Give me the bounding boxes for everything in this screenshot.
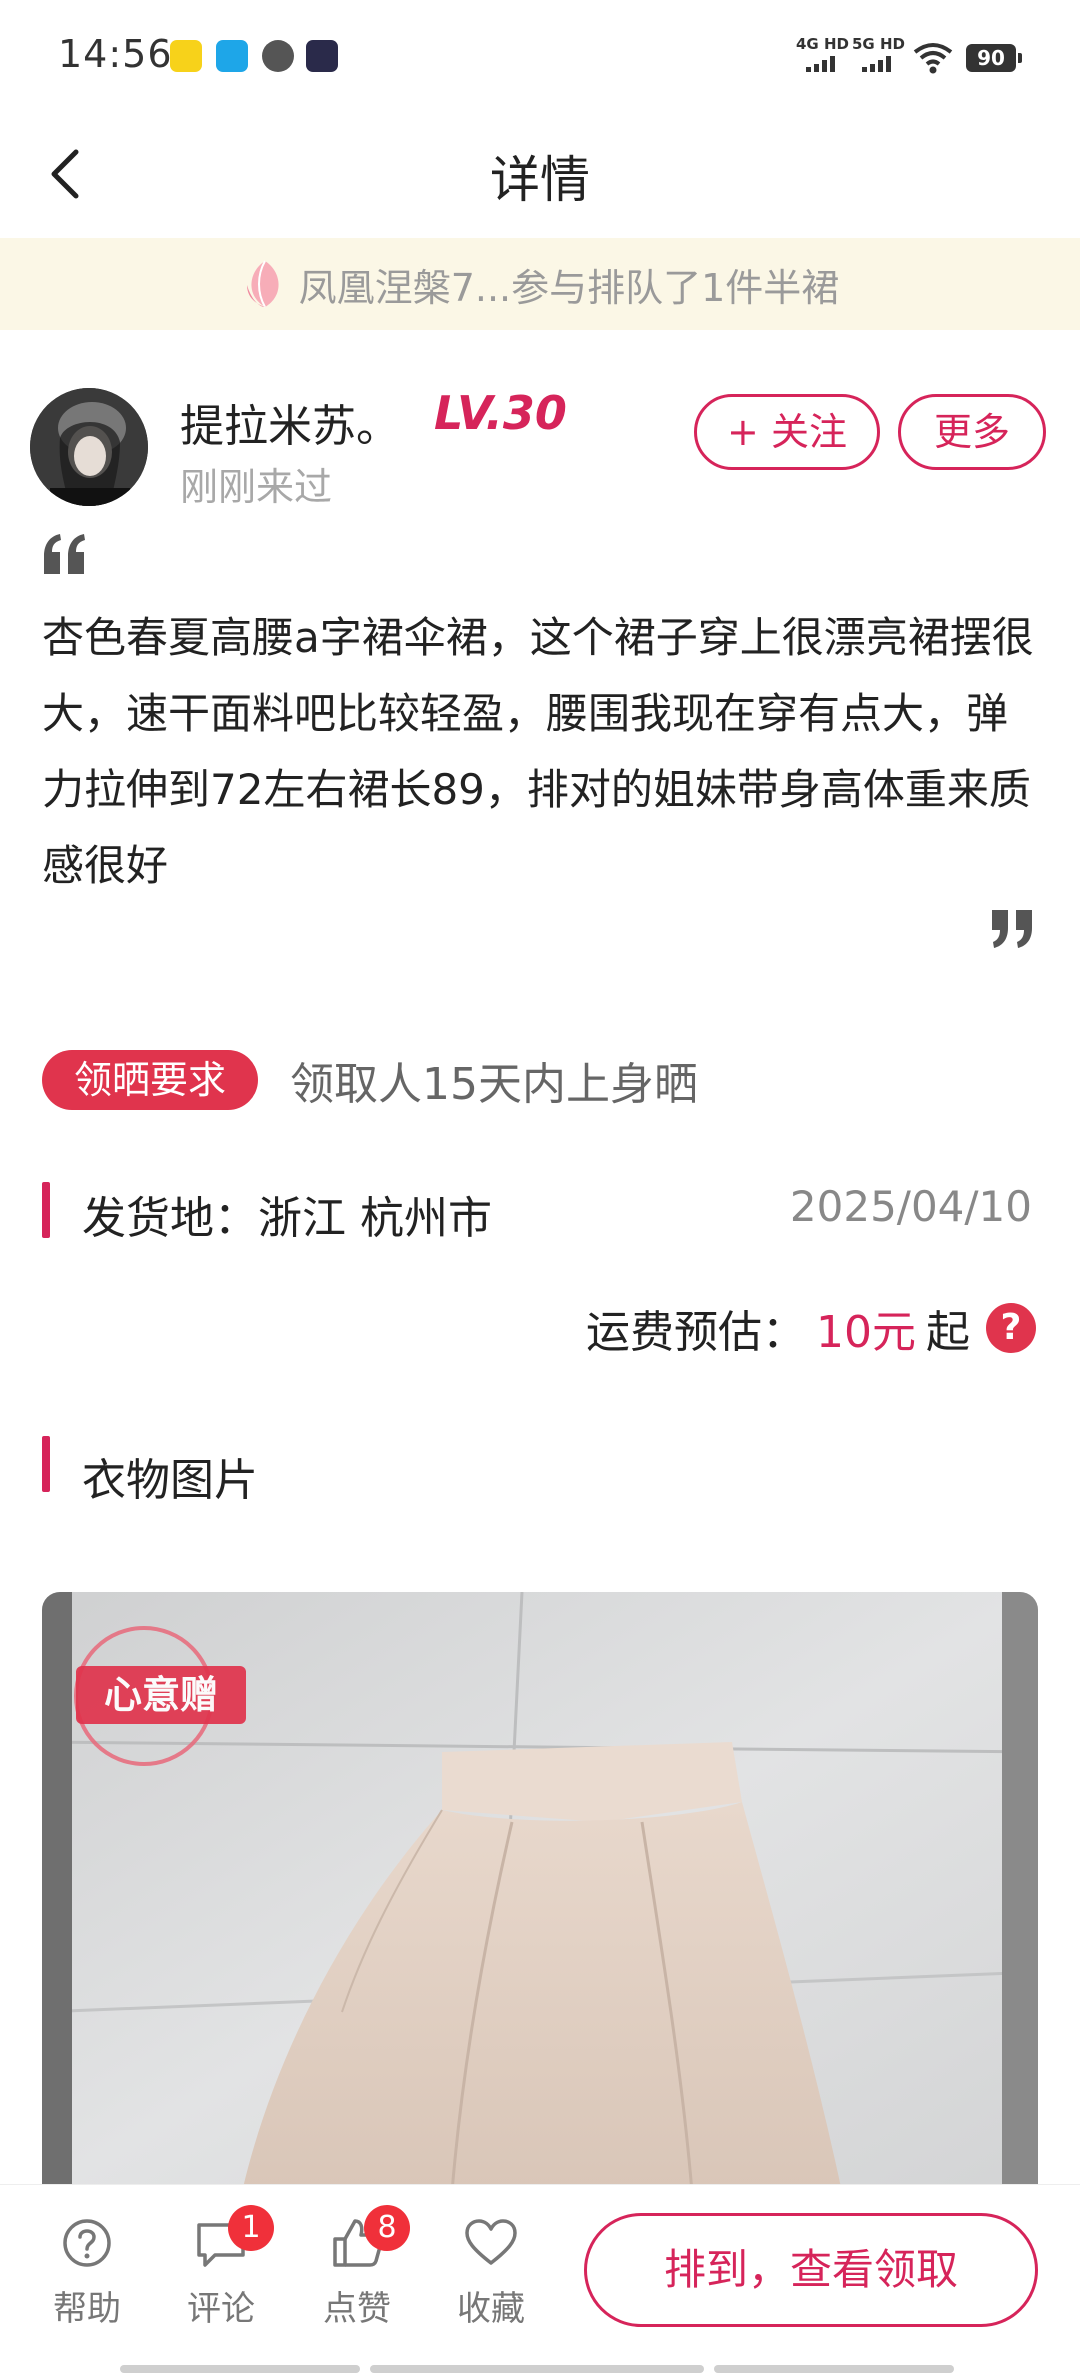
favorite-label: 收藏 — [457, 2289, 525, 2329]
requirement-text: 领取人15天内上身晒 — [290, 1059, 698, 1110]
network-5g-label: 5G HD — [852, 35, 905, 53]
shipping-fee-row: 运费预估： 10元 起 ? — [586, 1296, 1036, 1360]
page-title: 详情 — [490, 151, 590, 209]
video-app-icon — [262, 40, 294, 72]
comment-label: 评论 — [187, 2289, 255, 2329]
heart-icon — [465, 2219, 517, 2265]
like-label: 点赞 — [323, 2289, 391, 2329]
signal-icon — [806, 56, 835, 72]
open-quote-icon — [44, 534, 85, 574]
help-label: 帮助 — [53, 2289, 121, 2329]
more-button[interactable]: 更多 — [898, 394, 1046, 470]
section-marker — [42, 1182, 50, 1238]
section-marker — [42, 1436, 50, 1492]
fee-help-icon[interactable]: ? — [986, 1303, 1036, 1353]
like-count-badge: 8 — [364, 2205, 410, 2251]
wifi-icon — [913, 43, 953, 74]
battery-icon: 90 — [966, 44, 1022, 72]
app-notification-icon — [170, 40, 202, 72]
photos-section-title: 衣物图片 — [82, 1455, 258, 1506]
help-tab[interactable]: 帮助 — [32, 2215, 142, 2330]
claim-button[interactable]: 排到，查看领取 — [584, 2213, 1038, 2327]
comment-count-badge: 1 — [228, 2205, 274, 2251]
like-tab[interactable]: 8 点赞 — [302, 2205, 412, 2330]
gift-stamp-label: 心意赠 — [76, 1666, 246, 1724]
gesture-bar — [370, 2365, 704, 2373]
fee-value: 10元 — [816, 1307, 916, 1358]
comment-tab[interactable]: 1 评论 — [166, 2205, 276, 2330]
help-icon — [63, 2219, 111, 2267]
nav-bar: 详情 — [0, 112, 1080, 238]
item-description: 杏色春夏高腰a字裙伞裙，这个裙子穿上很漂亮裙摆很大，速干面料吧比较轻盈，腰围我现… — [42, 613, 1034, 890]
clothing-photo[interactable]: 心意赠 — [42, 1592, 1038, 2192]
status-time: 14:56 — [58, 32, 173, 76]
app-notification-icon — [216, 40, 248, 72]
fee-label: 运费预估： — [586, 1307, 806, 1358]
close-quote-icon — [992, 910, 1032, 948]
status-bar: 14:56 4G HD 5G HD 90 — [0, 0, 1080, 112]
avatar[interactable] — [30, 388, 148, 506]
ship-origin: 发货地：浙江 杭州市 — [82, 1193, 492, 1244]
petal-icon — [246, 260, 279, 308]
network-4g-label: 4G HD — [796, 35, 849, 53]
queue-notice-banner: 凤凰涅槃7...参与排队了1件半裙 — [0, 238, 1080, 330]
signal-icon — [862, 56, 891, 72]
notice-text: 凤凰涅槃7...参与排队了1件半裙 — [298, 265, 840, 310]
last-visit-text: 刚刚来过 — [180, 465, 333, 509]
user-name[interactable]: 提拉米苏。 — [180, 390, 400, 454]
requirement-badge: 领晒要求 — [42, 1050, 258, 1110]
follow-button[interactable]: + 关注 — [694, 394, 880, 470]
favorite-tab[interactable]: 收藏 — [436, 2215, 546, 2330]
gesture-bar — [714, 2365, 954, 2373]
user-level-badge: LV.30 — [434, 386, 567, 440]
video-app-icon — [306, 40, 338, 72]
bottom-action-bar: 帮助 1 评论 8 点赞 收藏 排到，查看领取 — [0, 2184, 1080, 2376]
ship-date: 2025/04/10 — [789, 1182, 1032, 1231]
fee-suffix: 起 — [926, 1307, 970, 1358]
gesture-bar — [120, 2365, 360, 2373]
